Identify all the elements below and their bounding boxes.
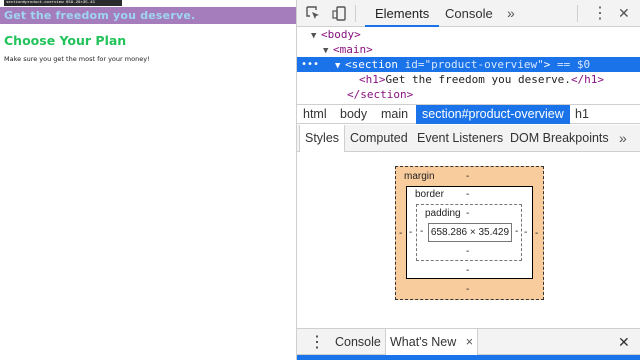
tab-dom-breakpoints[interactable]: DOM Breakpoints	[505, 125, 614, 152]
drawer-accent-strip	[297, 355, 640, 360]
tag-section: <section	[345, 58, 398, 71]
devtools-toolbar: Elements Console » ⋮ ✕	[297, 0, 640, 27]
toolbar-divider	[355, 5, 356, 22]
dom-node-section-selected[interactable]: ••• ▼ <section id="product-overview"> == …	[297, 57, 640, 72]
close-drawer-icon[interactable]: ✕	[618, 329, 630, 356]
settings-menu-icon[interactable]: ⋮	[592, 0, 608, 27]
padding-label: padding	[425, 208, 461, 219]
margin-left-value[interactable]: -	[399, 228, 402, 239]
tab-event-listeners[interactable]: Event Listeners	[412, 125, 508, 152]
toolbar-divider	[577, 5, 578, 22]
tab-elements[interactable]: Elements	[365, 0, 440, 27]
collapse-triangle-icon[interactable]: ▼	[335, 59, 345, 74]
breadcrumb-html[interactable]: html	[297, 105, 333, 124]
tab-console[interactable]: Console	[445, 0, 493, 27]
border-left-value[interactable]: -	[409, 227, 412, 238]
breadcrumb-h1[interactable]: h1	[569, 105, 595, 124]
dom-node-section-end[interactable]: </section>	[347, 87, 413, 102]
breadcrumb: html body main section#product-overview …	[297, 104, 640, 124]
selection-marker: == $0	[550, 58, 591, 71]
sidebar-pane-tabs: Styles Computed Event Listeners DOM Brea…	[297, 125, 640, 153]
border-label: border	[415, 189, 444, 200]
tag-body: <body>	[321, 28, 361, 41]
plan-title: Choose Your Plan	[4, 33, 127, 48]
margin-bottom-value[interactable]: -	[466, 284, 469, 295]
box-model-pane: margin - - - - border - - - - padding - …	[297, 152, 640, 328]
box-model-border[interactable]: border - - - - padding - - - - 658.286 ×…	[406, 186, 533, 279]
more-panes-icon[interactable]: »	[619, 125, 627, 152]
plan-subtitle: Make sure you get the most for your mone…	[4, 55, 150, 63]
drawer-tab-whats-new-label: What's New	[390, 335, 457, 349]
dom-node-h1[interactable]: <h1>Get the freedom you deserve.</h1>	[359, 72, 604, 87]
box-model-content-size[interactable]: 658.286 × 35.429	[428, 223, 512, 242]
tab-computed[interactable]: Computed	[345, 125, 413, 152]
drawer-toolbar: ⋮ Console What's New × ✕	[297, 328, 640, 356]
border-bottom-value[interactable]: -	[466, 265, 469, 276]
devtools-panel: Elements Console » ⋮ ✕ ▼ <body> ▼ <main> •…	[296, 0, 640, 360]
dom-node-main[interactable]: ▼ <main>	[323, 42, 373, 57]
hero-heading: Get the freedom you deserve.	[4, 9, 196, 22]
padding-left-value[interactable]: -	[420, 226, 423, 237]
inspect-element-icon[interactable]	[303, 4, 323, 23]
device-toolbar-icon[interactable]	[329, 4, 349, 23]
collapse-triangle-icon[interactable]: ▼	[311, 29, 321, 44]
dom-tree: ▼ <body> ▼ <main> ••• ▼ <section id="produc…	[297, 27, 640, 103]
h1-text-node: Get the freedom you deserve.	[385, 73, 571, 86]
drawer-menu-icon[interactable]: ⋮	[309, 329, 325, 356]
attr-id-name: id=	[397, 58, 425, 71]
padding-top-value[interactable]: -	[466, 208, 469, 219]
breadcrumb-body[interactable]: body	[334, 105, 373, 124]
product-overview-section[interactable]: Get the freedom you deserve.	[0, 7, 296, 24]
tag-h1-close: </h1>	[570, 73, 605, 86]
tag-section-close: </section>	[347, 88, 414, 101]
drawer-tab-whats-new[interactable]: What's New ×	[385, 329, 479, 356]
close-tab-icon[interactable]: ×	[466, 335, 473, 349]
box-model-margin[interactable]: margin - - - - border - - - - padding - …	[395, 166, 544, 300]
margin-right-value[interactable]: -	[535, 228, 538, 239]
dom-node-body[interactable]: ▼ <body>	[311, 27, 361, 42]
node-options-icon[interactable]: •••	[301, 57, 319, 72]
close-devtools-icon[interactable]: ✕	[618, 0, 630, 27]
margin-top-value[interactable]: -	[466, 171, 469, 182]
element-inspect-tooltip: section#product-overview 658.29×35.43	[4, 0, 122, 6]
margin-label: margin	[404, 171, 435, 182]
tag-h1-open: <h1>	[359, 73, 386, 86]
border-right-value[interactable]: -	[524, 227, 527, 238]
breadcrumb-section[interactable]: section#product-overview	[416, 105, 570, 124]
padding-bottom-value[interactable]: -	[466, 246, 469, 257]
breadcrumb-main[interactable]: main	[375, 105, 414, 124]
attr-id-value: "product-overview"	[424, 58, 544, 71]
border-top-value[interactable]: -	[466, 189, 469, 200]
drawer-tab-console[interactable]: Console	[335, 329, 381, 356]
tab-styles[interactable]: Styles	[299, 125, 346, 153]
tag-main: <main>	[333, 43, 373, 56]
box-model-padding[interactable]: padding - - - - 658.286 × 35.429	[416, 204, 522, 261]
page-preview: section#product-overview 658.29×35.43 Ge…	[0, 0, 296, 360]
more-tabs-icon[interactable]: »	[507, 0, 515, 27]
padding-right-value[interactable]: -	[515, 226, 518, 237]
